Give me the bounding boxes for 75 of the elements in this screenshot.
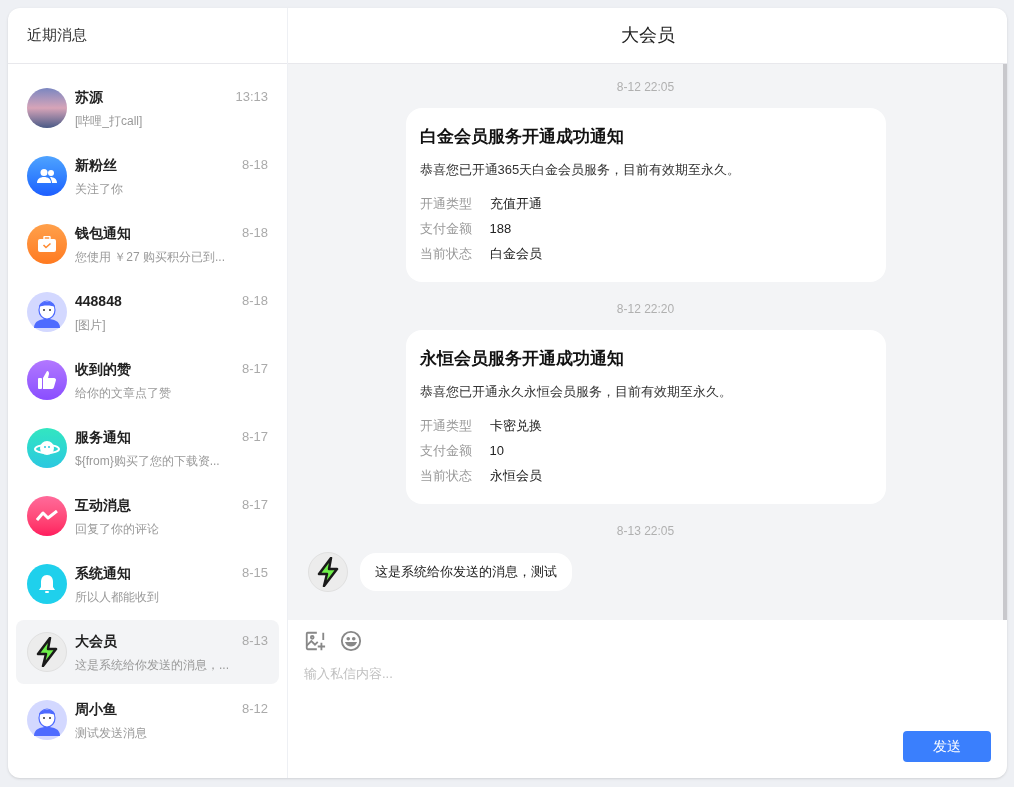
message-preview: ${from}购买了您的下载资... (75, 452, 221, 470)
conversation-item[interactable]: 钱包通知 8-18 您使用 ￥27 购买积分已到... (16, 212, 279, 276)
field-label: 支付金额 (419, 219, 472, 238)
emoji-icon[interactable] (340, 630, 362, 652)
field-value: 10 (489, 441, 504, 460)
message-time: 8-12 (241, 700, 268, 719)
notice-title: 永恒会员服务开通成功通知 (419, 348, 625, 370)
contact-name: 大会员 (75, 631, 117, 651)
notice-text: 恭喜您已开通永久永恒会员服务，目前有效期至永久。 (419, 382, 733, 401)
contact-name: 互动消息 (75, 495, 131, 515)
conversation-item[interactable]: 周小鱼 8-12 测试发送消息 (16, 688, 279, 752)
message-timestamp: 8-12 22:05 (616, 79, 675, 96)
conversation-item[interactable]: 系统通知 8-15 所以人都能收到 (16, 552, 279, 616)
message-time: 8-13 (241, 632, 268, 651)
conversation-item[interactable]: 互动消息 8-17 回复了你的评论 (16, 484, 279, 548)
message-time: 8-17 (241, 496, 268, 515)
field-label: 当前状态 (419, 466, 472, 485)
message-time: 8-18 (241, 224, 268, 243)
message-time: 8-18 (241, 156, 268, 175)
message-preview: [哔哩_打call] (75, 112, 144, 130)
contact-name: 新粉丝 (75, 155, 117, 175)
message-time: 8-15 (241, 564, 268, 583)
send-button[interactable]: 发送 (903, 731, 991, 762)
notice-text: 恭喜您已开通365天白金会员服务，目前有效期至永久。 (419, 160, 742, 179)
conversation-item[interactable]: 服务通知 8-17 ${from}购买了您的下载资... (16, 416, 279, 480)
message-input[interactable]: 输入私信内容... (304, 664, 991, 731)
message-time: 13:13 (235, 88, 268, 107)
message-preview: 测试发送消息 (75, 724, 148, 742)
message-time: 8-18 (241, 292, 268, 311)
bell-icon (38, 574, 56, 594)
contact-name: 钱包通知 (75, 223, 131, 243)
image-add-icon[interactable] (304, 630, 326, 652)
field-value: 188 (489, 219, 512, 238)
lightning-icon (316, 557, 340, 587)
conversation-item[interactable]: 新粉丝 8-18 关注了你 (16, 144, 279, 208)
lightning-icon (35, 637, 59, 667)
field-value: 白金会员 (489, 244, 542, 263)
field-value: 充值开通 (489, 194, 542, 213)
message-preview: 关注了你 (75, 180, 124, 198)
field-label: 支付金额 (419, 441, 472, 460)
message-timestamp: 8-13 22:05 (616, 523, 675, 540)
avatar-photo-placeholder (27, 88, 67, 128)
field-value: 永恒会员 (489, 466, 542, 485)
people-icon (37, 168, 57, 184)
message-preview: 这是系统给你发送的消息，... (75, 656, 230, 674)
message-timestamp: 8-12 22:20 (616, 301, 675, 318)
conversation-item[interactable]: 大会员 8-13 这是系统给你发送的消息，... (16, 620, 279, 684)
field-label: 开通类型 (419, 416, 472, 435)
message-preview: 给你的文章点了赞 (75, 384, 172, 402)
contact-name: 收到的赞 (75, 359, 131, 379)
sidebar-title: 近期消息 (27, 25, 87, 46)
message-preview: [图片] (75, 316, 107, 334)
contact-name: 周小鱼 (75, 699, 117, 719)
message-preview: 所以人都能收到 (75, 588, 160, 606)
contact-name: 苏源 (75, 87, 103, 107)
chat-bubble: 这是系统给你发送的消息，测试 (360, 553, 572, 591)
briefcase-icon (38, 236, 56, 252)
message-preview: 您使用 ￥27 购买积分已到... (75, 248, 227, 266)
conversation-item[interactable]: 收到的赞 8-17 给你的文章点了赞 (16, 348, 279, 412)
message-time: 8-17 (241, 360, 268, 379)
zigzag-icon (36, 510, 58, 522)
message-preview: 回复了你的评论 (75, 520, 160, 538)
contact-name: 系统通知 (75, 563, 131, 583)
field-label: 开通类型 (419, 194, 472, 213)
field-value: 卡密兑换 (489, 416, 542, 435)
field-label: 当前状态 (419, 244, 472, 263)
chat-title: 大会员 (620, 24, 675, 47)
conversation-item[interactable]: 448848 8-18 [图片] (16, 280, 279, 344)
conversation-item[interactable]: 苏源 13:13 [哔哩_打call] (16, 76, 279, 140)
contact-name: 448848 (75, 291, 122, 311)
planet-icon (34, 439, 60, 457)
contact-name: 服务通知 (75, 427, 131, 447)
notice-title: 白金会员服务开通成功通知 (419, 126, 625, 148)
message-time: 8-17 (241, 428, 268, 447)
thumbs-up-icon (38, 371, 56, 389)
